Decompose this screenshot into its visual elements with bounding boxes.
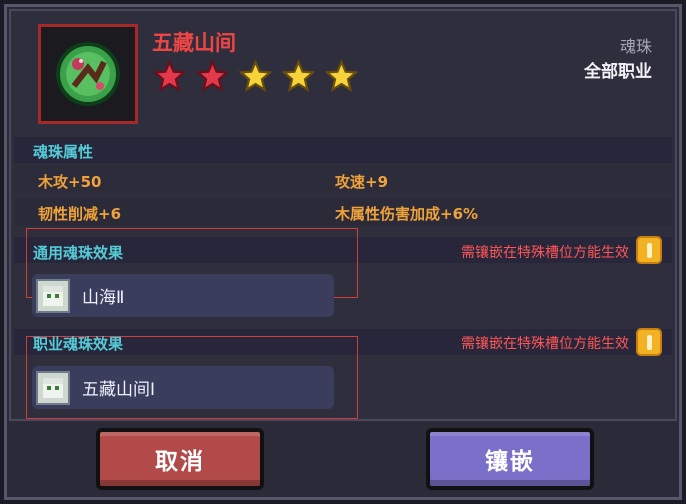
general-effect-note: 需镶嵌在特殊槽位方能生效 [461,245,629,261]
class-effect-note: 需镶嵌在特殊槽位方能生效 [461,336,629,352]
soul-orb-icon-frame [38,24,138,124]
general-effect-name: 山海Ⅱ [82,288,125,308]
star-rating [153,60,358,93]
item-type-label: 魂珠 [619,37,652,56]
class-effect-name: 五藏山间Ⅰ [82,380,156,400]
cancel-button[interactable]: 取消 [96,428,264,490]
attribute-toughness-reduction: 韧性削减+6 [38,205,122,223]
attributes-title: 魂珠属性 [33,143,94,161]
character-portrait-icon [36,370,70,405]
attributes-header-band [14,137,672,163]
attribute-attack-speed: 攻速+9 [335,173,389,191]
star-icon [282,60,315,92]
general-effect-title: 通用魂珠效果 [33,244,124,262]
item-name: 五藏山间 [152,31,236,55]
character-portrait-icon [36,278,70,313]
item-class-label: 全部职业 [584,62,652,82]
star-icon [196,60,229,92]
lock-icon[interactable] [636,236,662,264]
inlay-button[interactable]: 镶嵌 [426,428,594,490]
star-icon [153,60,186,92]
attribute-wood-damage-bonus: 木属性伤害加成+6% [335,205,479,223]
attribute-wood-attack: 木攻+50 [38,173,102,191]
lock-icon[interactable] [636,328,662,356]
class-effect-title: 职业魂珠效果 [33,335,124,353]
class-effect-slot[interactable]: 五藏山间Ⅰ [32,366,334,409]
star-icon [325,60,358,92]
soul-orb-icon [56,42,120,106]
general-effect-slot[interactable]: 山海Ⅱ [32,274,334,317]
star-icon [239,60,272,92]
